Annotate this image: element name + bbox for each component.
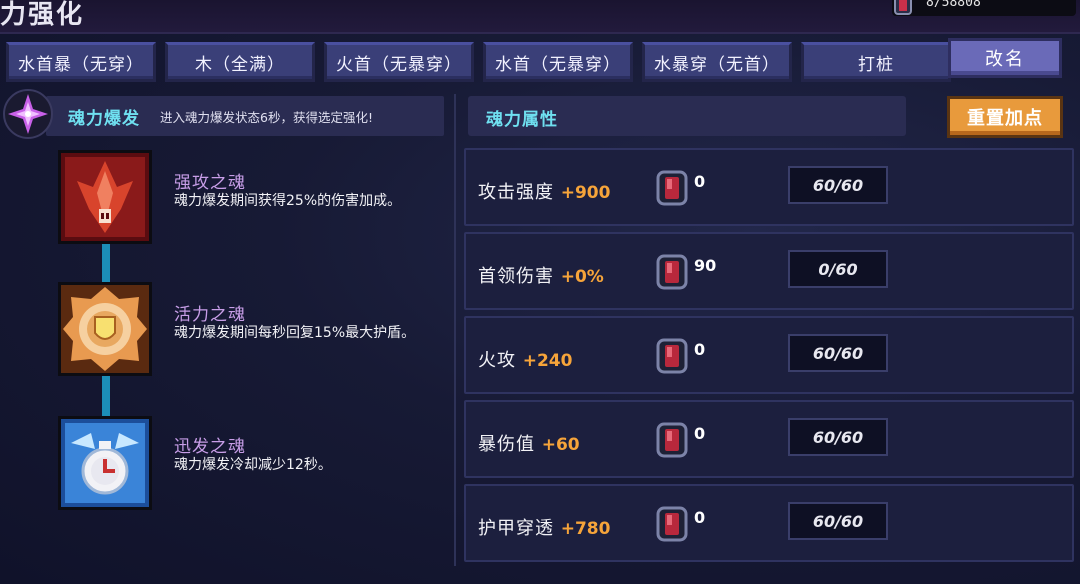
soul-name: 强攻之魂 bbox=[174, 173, 246, 193]
soul-gem-icon bbox=[656, 422, 688, 458]
attribute-row-crit-damage[interactable]: 暴伤值 +60 0 60/60 bbox=[464, 400, 1074, 478]
reset-points-button[interactable]: 重置加点 bbox=[947, 96, 1063, 138]
tab-label: 木（全满） bbox=[195, 54, 285, 75]
page-title: 力强化 bbox=[0, 0, 85, 30]
attribute-label: 护甲穿透 +780 bbox=[478, 514, 610, 540]
attribute-label: 攻击强度 +900 bbox=[478, 178, 610, 204]
tab-label: 打桩 bbox=[858, 54, 894, 75]
attribute-name: 首领伤害 bbox=[478, 266, 554, 287]
tab-preset-2[interactable]: 木（全满） bbox=[165, 42, 315, 82]
attribute-name: 暴伤值 bbox=[478, 434, 535, 455]
swift-soul-art bbox=[61, 419, 149, 507]
soul-burst-icon bbox=[3, 89, 53, 139]
top-bar: 力强化 8/58808 bbox=[0, 0, 1080, 34]
burst-description: 进入魂力爆发状态6秒，获得选定强化! bbox=[160, 110, 373, 125]
rename-button[interactable]: 改名 bbox=[948, 38, 1062, 78]
soul-name: 活力之魂 bbox=[174, 305, 246, 325]
level-box[interactable]: 60/60 bbox=[788, 418, 888, 456]
tab-preset-6[interactable]: 打桩 bbox=[801, 42, 951, 82]
soul-gem-icon bbox=[656, 170, 688, 206]
tab-label: 水首暴（无穿） bbox=[18, 54, 144, 75]
vitality-soul-art bbox=[61, 285, 149, 373]
currency-display: 8/58808 bbox=[892, 0, 1076, 16]
attribute-bonus: +0% bbox=[560, 267, 604, 287]
level-box[interactable]: 0/60 bbox=[788, 250, 888, 288]
soul-gem-icon bbox=[656, 338, 688, 374]
tab-preset-1[interactable]: 水首暴（无穿） bbox=[6, 42, 156, 82]
spent-points: 0 bbox=[694, 424, 706, 443]
attribute-bonus: +60 bbox=[541, 435, 580, 455]
burst-title: 魂力爆发 bbox=[68, 109, 140, 129]
level-box[interactable]: 60/60 bbox=[788, 166, 888, 204]
currency-amount: 8/58808 bbox=[926, 0, 981, 10]
tab-preset-3[interactable]: 火首（无暴穿） bbox=[324, 42, 474, 82]
attributes-header: 魂力属性 bbox=[468, 96, 906, 136]
soul-gem-icon bbox=[656, 506, 688, 542]
attribute-bonus: +900 bbox=[560, 183, 611, 203]
attribute-bonus: +780 bbox=[560, 519, 611, 539]
tab-label: 水暴穿（无首） bbox=[654, 54, 780, 75]
attribute-name: 护甲穿透 bbox=[478, 518, 554, 539]
tab-label: 水首（无暴穿） bbox=[495, 54, 621, 75]
soul-description: 魂力爆发冷却减少12秒。 bbox=[174, 457, 332, 473]
attribute-label: 火攻 +240 bbox=[478, 346, 572, 372]
burst-header: 魂力爆发 进入魂力爆发状态6秒，获得选定强化! bbox=[46, 96, 444, 136]
attack-soul-icon[interactable] bbox=[58, 150, 152, 244]
soul-burst-panel: 魂力爆发 进入魂力爆发状态6秒，获得选定强化! 强攻之魂 魂力爆发期间获得25%… bbox=[0, 88, 456, 584]
attribute-row-boss-damage[interactable]: 首领伤害 +0% 90 0/60 bbox=[464, 232, 1074, 310]
spent-points: 90 bbox=[694, 256, 717, 275]
attribute-label: 首领伤害 +0% bbox=[478, 262, 604, 288]
soul-name: 迅发之魂 bbox=[174, 437, 246, 457]
attribute-name: 火攻 bbox=[478, 350, 516, 371]
swift-soul-icon[interactable] bbox=[58, 416, 152, 510]
spent-points: 0 bbox=[694, 340, 706, 359]
soul-description: 魂力爆发期间每秒回复15%最大护盾。 bbox=[174, 325, 416, 341]
attributes-title: 魂力属性 bbox=[486, 110, 558, 130]
attribute-row-fire-attack[interactable]: 火攻 +240 0 60/60 bbox=[464, 316, 1074, 394]
attribute-row-attack[interactable]: 攻击强度 +900 0 60/60 bbox=[464, 148, 1074, 226]
tab-preset-4[interactable]: 水首（无暴穿） bbox=[483, 42, 633, 82]
spent-points: 0 bbox=[694, 172, 706, 191]
panel-divider bbox=[454, 94, 456, 566]
level-box[interactable]: 60/60 bbox=[788, 334, 888, 372]
attribute-name: 攻击强度 bbox=[478, 182, 554, 203]
vitality-soul-icon[interactable] bbox=[58, 282, 152, 376]
attack-soul-art bbox=[61, 153, 149, 241]
soul-enhance-screen: 力强化 8/58808 水首暴（无穿） 木（全满） 火首（无暴穿） 水首（无暴穿… bbox=[0, 0, 1080, 584]
attribute-bonus: +240 bbox=[522, 351, 573, 371]
spent-points: 0 bbox=[694, 508, 706, 527]
soul-description: 魂力爆发期间获得25%的伤害加成。 bbox=[174, 193, 402, 209]
tab-preset-5[interactable]: 水暴穿（无首） bbox=[642, 42, 792, 82]
soul-gem-icon bbox=[894, 0, 912, 15]
tab-label: 火首（无暴穿） bbox=[336, 54, 462, 75]
attribute-row-armor-penetration[interactable]: 护甲穿透 +780 0 60/60 bbox=[464, 484, 1074, 562]
attribute-label: 暴伤值 +60 bbox=[478, 430, 580, 456]
level-box[interactable]: 60/60 bbox=[788, 502, 888, 540]
soul-gem-icon bbox=[656, 254, 688, 290]
